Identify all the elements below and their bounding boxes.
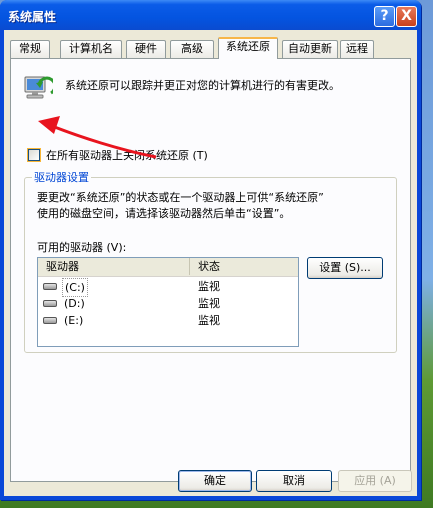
drive-status: 监视 bbox=[198, 280, 220, 293]
drive-name: (E:) bbox=[64, 314, 84, 327]
title-bar[interactable]: 系统属性 ? X bbox=[0, 0, 421, 30]
group-title: 驱动器设置 bbox=[32, 169, 91, 185]
system-properties-window: 系统属性 ? X 常规 计算机名 硬件 高级 系统还原 自动更新 远程 系统还原… bbox=[0, 0, 421, 500]
disk-drive-icon bbox=[43, 300, 57, 307]
tab-general[interactable]: 常规 bbox=[10, 40, 50, 58]
ok-button[interactable]: 确定 bbox=[178, 470, 252, 492]
tab-hardware[interactable]: 硬件 bbox=[126, 40, 166, 58]
drives-list[interactable]: 驱动器 状态 (C:) 监视 (D:) 监视 (E:) 监视 bbox=[37, 257, 299, 347]
column-header-drive[interactable]: 驱动器 bbox=[38, 258, 190, 275]
tab-remote[interactable]: 远程 bbox=[340, 40, 374, 58]
tab-advanced[interactable]: 高级 bbox=[170, 40, 214, 58]
drive-status: 监视 bbox=[198, 314, 220, 327]
intro-text: 系统还原可以跟踪并更正对您的计算机进行的有害更改。 bbox=[65, 79, 340, 92]
window-title: 系统属性 bbox=[8, 10, 57, 24]
drive-status: 监视 bbox=[198, 297, 220, 310]
group-description-line-2: 使用的磁盘空间，请选择该驱动器然后单击“设置”。 bbox=[37, 207, 291, 220]
tab-computer-name[interactable]: 计算机名 bbox=[60, 40, 122, 58]
available-drives-label: 可用的驱动器 (V): bbox=[37, 241, 127, 254]
system-restore-icon bbox=[24, 76, 53, 99]
group-description-line-1: 要更改“系统还原”的状态或在一个驱动器上可供“系统还原” bbox=[37, 191, 324, 204]
list-item-drive-c[interactable]: (C:) 监视 bbox=[38, 278, 298, 297]
disable-all-checkbox[interactable] bbox=[28, 149, 40, 161]
help-icon[interactable]: ? bbox=[374, 6, 395, 27]
tab-automatic-updates[interactable]: 自动更新 bbox=[282, 40, 338, 58]
dialog-client-area: 常规 计算机名 硬件 高级 系统还原 自动更新 远程 系统还原可以跟踪并更正对您… bbox=[4, 30, 417, 496]
tab-system-restore[interactable]: 系统还原 bbox=[218, 37, 278, 59]
group-description: 要更改“系统还原”的状态或在一个驱动器上可供“系统还原” 使用的磁盘空间，请选择… bbox=[37, 190, 387, 222]
cancel-button[interactable]: 取消 bbox=[256, 470, 332, 492]
list-item-drive-e[interactable]: (E:) 监视 bbox=[38, 312, 298, 329]
column-header-status[interactable]: 状态 bbox=[190, 258, 298, 275]
list-item-drive-d[interactable]: (D:) 监视 bbox=[38, 295, 298, 312]
close-icon[interactable]: X bbox=[396, 6, 417, 27]
disable-all-label[interactable]: 在所有驱动器上关闭系统还原 (T) bbox=[46, 147, 208, 163]
disk-drive-icon bbox=[43, 283, 57, 290]
drive-name: (D:) bbox=[64, 297, 85, 310]
apply-button[interactable]: 应用 (A) bbox=[338, 470, 412, 492]
system-restore-panel: 系统还原可以跟踪并更正对您的计算机进行的有害更改。 在所有驱动器上关闭系统还原 … bbox=[10, 58, 411, 482]
settings-button[interactable]: 设置 (S)... bbox=[307, 257, 383, 279]
list-header: 驱动器 状态 bbox=[38, 258, 298, 277]
disk-drive-icon bbox=[43, 317, 57, 324]
